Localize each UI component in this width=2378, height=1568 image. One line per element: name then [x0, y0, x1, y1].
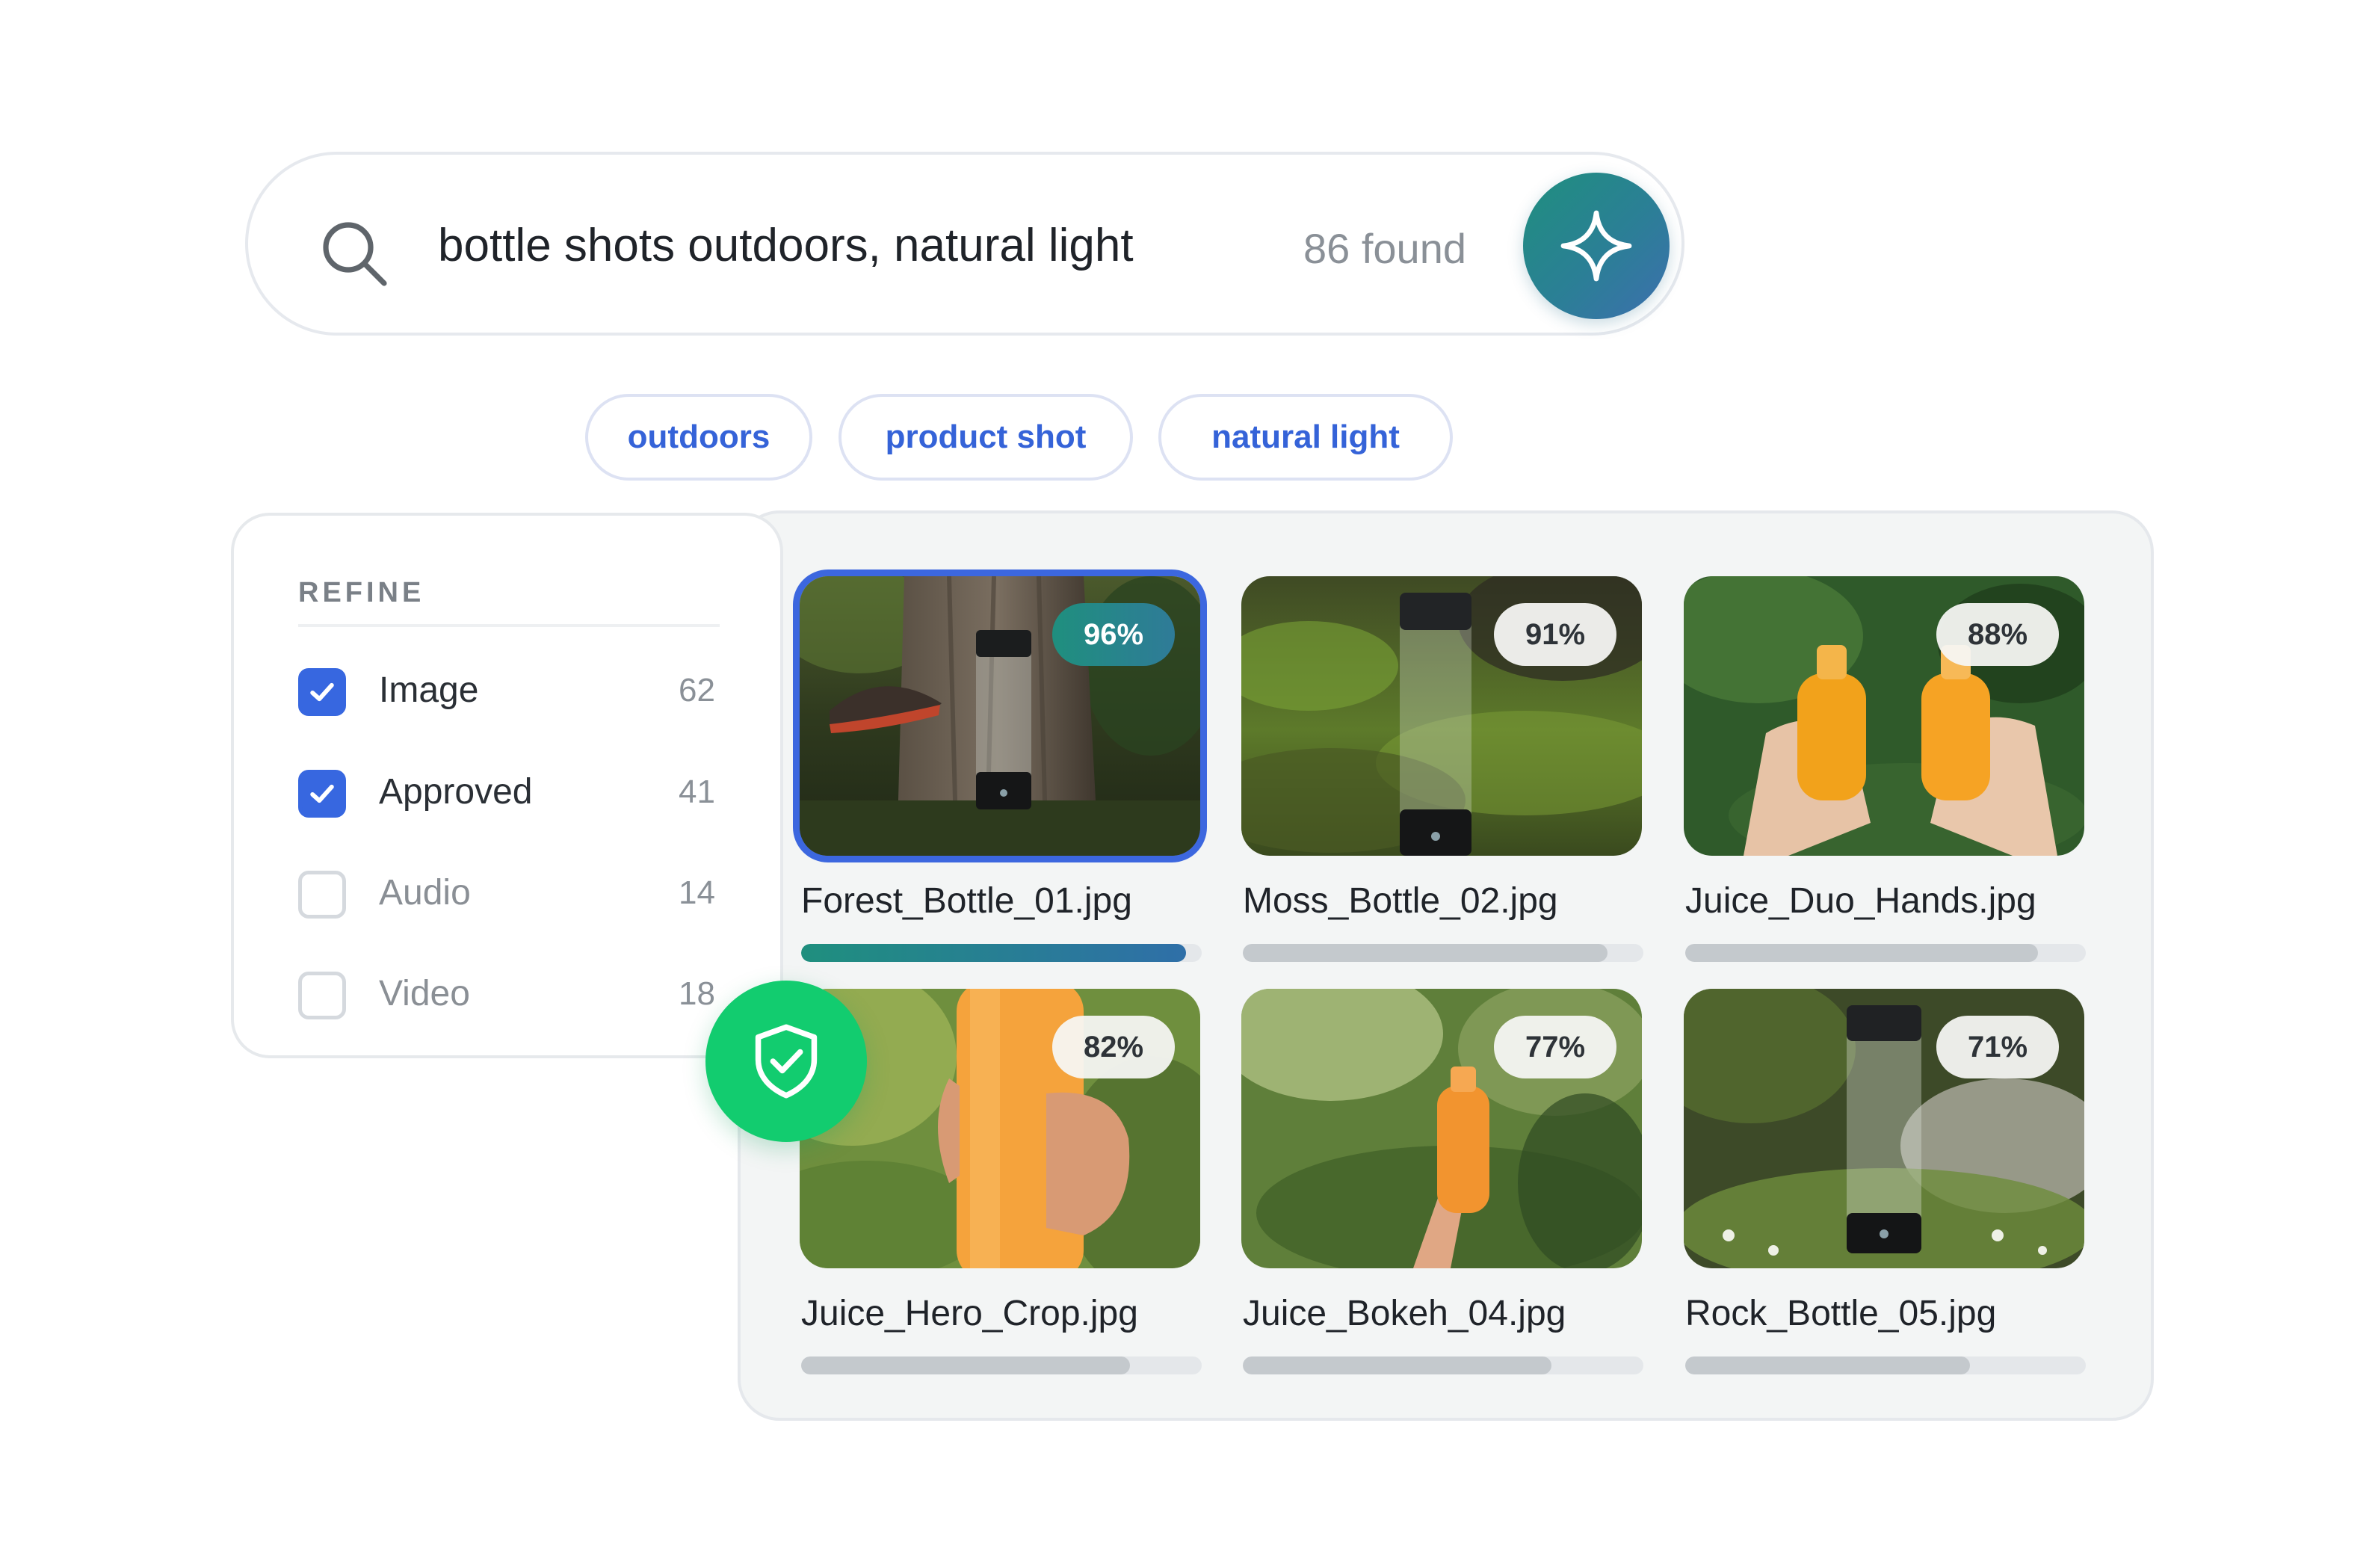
filter-video[interactable]: Video 18 — [298, 966, 721, 1025]
filter-count: 41 — [679, 774, 715, 810]
file-name: Juice_Duo_Hands.jpg — [1685, 881, 2036, 921]
filter-label: Image — [379, 670, 479, 710]
check-icon — [310, 784, 334, 803]
filter-count: 18 — [679, 975, 715, 1012]
match-score-bar — [1685, 944, 2086, 962]
search-icon — [323, 222, 387, 286]
refine-heading: REFINE — [298, 577, 425, 608]
check-icon — [310, 682, 334, 702]
result-thumbnail[interactable]: 71% — [1684, 989, 2084, 1268]
result-thumbnail[interactable]: 88% — [1684, 576, 2084, 856]
chip-product-shot[interactable]: product shot — [839, 394, 1133, 481]
ai-search-button[interactable] — [1523, 173, 1670, 319]
result-thumbnail[interactable]: 96% — [800, 576, 1200, 856]
filter-approved[interactable]: Approved 41 — [298, 764, 721, 824]
file-name: Forest_Bottle_01.jpg — [801, 881, 1132, 921]
match-score-badge: 96% — [1052, 603, 1175, 666]
match-score-bar — [1685, 1356, 2086, 1374]
search-query-input[interactable]: bottle shots outdoors, natural light — [438, 219, 1134, 273]
results-count: 86 found — [1303, 225, 1466, 272]
match-score-bar — [1243, 944, 1643, 962]
checkbox-video[interactable] — [298, 972, 346, 1019]
filter-image[interactable]: Image 62 — [298, 662, 721, 722]
match-score-badge: 91% — [1494, 603, 1616, 666]
match-score-badge: 71% — [1936, 1016, 2059, 1078]
chip-outdoors[interactable]: outdoors — [585, 394, 812, 481]
divider — [298, 624, 720, 627]
checkbox-image[interactable] — [298, 668, 346, 716]
file-name: Moss_Bottle_02.jpg — [1243, 881, 1558, 921]
shield-check-icon — [755, 1024, 818, 1099]
filter-label: Approved — [379, 772, 533, 812]
filter-count: 62 — [679, 672, 715, 709]
checkbox-audio[interactable] — [298, 871, 346, 919]
match-score-bar — [801, 1356, 1202, 1374]
chip-natural-light[interactable]: natural light — [1158, 394, 1453, 481]
match-score-badge: 88% — [1936, 603, 2059, 666]
checkbox-approved[interactable] — [298, 770, 346, 818]
match-score-bar — [1243, 1356, 1643, 1374]
match-score-bar — [801, 944, 1202, 962]
file-name: Rock_Bottle_05.jpg — [1685, 1294, 1997, 1333]
match-score-badge: 77% — [1494, 1016, 1616, 1078]
result-thumbnail[interactable]: 77% — [1241, 989, 1642, 1268]
results-grid: 96% Forest_Bottle_01.jpg 91% Moss_Bottle… — [738, 510, 2154, 1421]
file-name: Juice_Hero_Crop.jpg — [801, 1294, 1138, 1333]
filter-label: Audio — [379, 873, 471, 913]
refine-panel: REFINE Image 62 Approved 41 Audio 14 Vid… — [231, 513, 783, 1058]
result-thumbnail[interactable]: 91% — [1241, 576, 1642, 856]
filter-label: Video — [379, 974, 470, 1013]
match-score-badge: 82% — [1052, 1016, 1175, 1078]
sparkle-icon — [1560, 210, 1632, 282]
filter-audio[interactable]: Audio 14 — [298, 865, 721, 925]
rights-approved-badge — [705, 981, 867, 1142]
search-bar[interactable]: bottle shots outdoors, natural light 86 … — [245, 152, 1684, 336]
file-name: Juice_Bokeh_04.jpg — [1243, 1294, 1566, 1333]
filter-count: 14 — [679, 874, 715, 911]
